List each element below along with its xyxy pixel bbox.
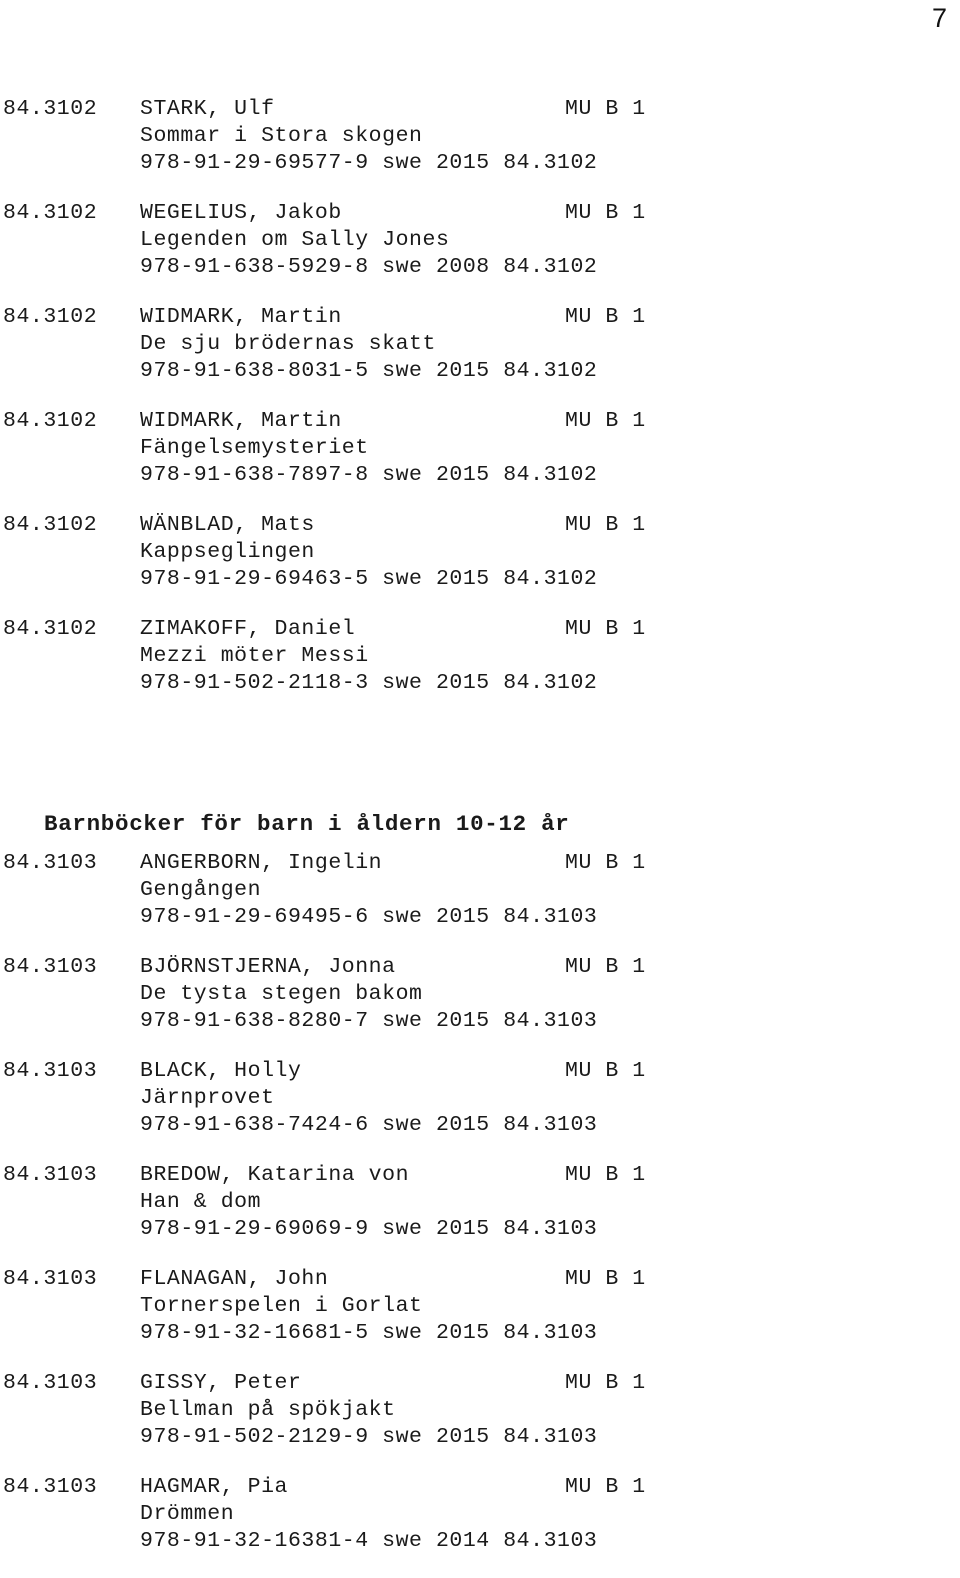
entry-title: Mezzi möter Messi [140, 644, 369, 668]
author-name: ANGERBORN, Ingelin [140, 851, 383, 875]
entry-header-line: 84.3103 BJÖRNSTJERNA, Jonna MU B 1 [0, 954, 960, 981]
entry-isbn-line: 978-91-29-69069-9 swe 2015 84.3103 [140, 1217, 598, 1241]
entry-isbn-line: 978-91-32-16381-4 swe 2014 84.3103 [140, 1529, 598, 1553]
entry-header-line: 84.3103 BREDOW, Katarina von MU B 1 [0, 1162, 960, 1189]
entry-isbn-line: 978-91-638-7897-8 swe 2015 84.3102 [140, 463, 598, 487]
media-code: MU B 1 [565, 617, 646, 641]
media-code: MU B 1 [565, 201, 646, 225]
entry-header-line: 84.3102 STARK, Ulf MU B 1 [0, 96, 960, 123]
author-name: WÄNBLAD, Mats [140, 513, 315, 537]
document-page: 7 84.3102 STARK, Ulf MU B 1 Sommar i Stora … [0, 0, 960, 1553]
catalog-entry: 84.3103 BLACK, Holly MU B 1 Järnprovet 978-9… [0, 1058, 960, 1162]
entry-header-line: 84.3103 ANGERBORN, Ingelin MU B 1 [0, 850, 960, 877]
classification-code: 84.3102 [3, 97, 98, 121]
entry-header-line: 84.3102 WIDMARK, Martin MU B 1 [0, 304, 960, 331]
catalog-entry: 84.3102 WEGELIUS, Jakob MU B 1 Legenden om … [0, 200, 960, 304]
entry-title: Järnprovet [140, 1086, 275, 1110]
catalog-entry: 84.3102 WIDMARK, Martin MU B 1 Fängelsemyst… [0, 408, 960, 512]
entry-title: Tornerspelen i Gorlat [140, 1294, 423, 1318]
author-name: BJÖRNSTJERNA, Jonna [140, 955, 396, 979]
entry-header-line: 84.3102 WIDMARK, Martin MU B 1 [0, 408, 960, 435]
page-number: 7 [931, 3, 947, 33]
media-code: MU B 1 [565, 1371, 646, 1395]
entry-isbn-line: 978-91-29-69495-6 swe 2015 84.3103 [140, 905, 598, 929]
catalog-entry: 84.3103 BJÖRNSTJERNA, Jonna MU B 1 De tysta… [0, 954, 960, 1058]
catalog-entry: 84.3102 STARK, Ulf MU B 1 Sommar i Stora sk… [0, 96, 960, 200]
catalog-entry: 84.3103 HAGMAR, Pia MU B 1 Drömmen 978-91-32… [0, 1474, 960, 1578]
entry-title: De sju brödernas skatt [140, 332, 436, 356]
media-code: MU B 1 [565, 409, 646, 433]
entry-header-line: 84.3103 BLACK, Holly MU B 1 [0, 1058, 960, 1085]
entry-isbn-line: 978-91-29-69577-9 swe 2015 84.3102 [140, 151, 598, 175]
author-name: ZIMAKOFF, Daniel [140, 617, 356, 641]
entry-header-line: 84.3102 WÄNBLAD, Mats MU B 1 [0, 512, 960, 539]
entry-title: Drömmen [140, 1502, 235, 1526]
entry-header-line: 84.3102 ZIMAKOFF, Daniel MU B 1 [0, 616, 960, 643]
media-code: MU B 1 [565, 97, 646, 121]
author-name: WIDMARK, Martin [140, 409, 342, 433]
media-code: MU B 1 [565, 1163, 646, 1187]
entry-isbn-line: 978-91-638-5929-8 swe 2008 84.3102 [140, 255, 598, 279]
entry-title: Sommar i Stora skogen [140, 124, 423, 148]
media-code: MU B 1 [565, 305, 646, 329]
author-name: BREDOW, Katarina von [140, 1163, 410, 1187]
media-code: MU B 1 [565, 1059, 646, 1083]
entry-isbn-line: 978-91-502-2129-9 swe 2015 84.3103 [140, 1425, 598, 1449]
media-code: MU B 1 [565, 1267, 646, 1291]
media-code: MU B 1 [565, 851, 646, 875]
author-name: HAGMAR, Pia [140, 1475, 288, 1499]
catalog-entry: 84.3103 FLANAGAN, John MU B 1 Tornerspelen … [0, 1266, 960, 1370]
author-name: GISSY, Peter [140, 1371, 302, 1395]
classification-code: 84.3103 [3, 1475, 98, 1499]
classification-code: 84.3102 [3, 513, 98, 537]
author-name: WIDMARK, Martin [140, 305, 342, 329]
classification-code: 84.3103 [3, 955, 98, 979]
entry-isbn-line: 978-91-638-7424-6 swe 2015 84.3103 [140, 1113, 598, 1137]
entry-title: Gengången [140, 878, 262, 902]
entry-isbn-line: 978-91-638-8031-5 swe 2015 84.3102 [140, 359, 598, 383]
catalog-entry: 84.3103 ANGERBORN, Ingelin MU B 1 Gengången… [0, 850, 960, 954]
classification-code: 84.3102 [3, 305, 98, 329]
entry-title: Fängelsemysteriet [140, 436, 369, 460]
author-name: BLACK, Holly [140, 1059, 302, 1083]
classification-code: 84.3103 [3, 1059, 98, 1083]
catalog-entry: 84.3102 ZIMAKOFF, Daniel MU B 1 Mezzi möter… [0, 616, 960, 720]
author-name: FLANAGAN, John [140, 1267, 329, 1291]
catalog-entry: 84.3103 BREDOW, Katarina von MU B 1 Han & d… [0, 1162, 960, 1266]
classification-code: 84.3103 [3, 1371, 98, 1395]
catalog-entry: 84.3102 WIDMARK, Martin MU B 1 De sju bröde… [0, 304, 960, 408]
classification-code: 84.3103 [3, 1163, 98, 1187]
entry-header-line: 84.3103 GISSY, Peter MU B 1 [0, 1370, 960, 1397]
author-name: STARK, Ulf [140, 97, 275, 121]
media-code: MU B 1 [565, 955, 646, 979]
bibliography-listing: 84.3102 STARK, Ulf MU B 1 Sommar i Stora sk… [0, 96, 960, 1578]
entry-title: Han & dom [140, 1190, 262, 1214]
author-name: WEGELIUS, Jakob [140, 201, 342, 225]
catalog-entry: 84.3103 GISSY, Peter MU B 1 Bellman på spök… [0, 1370, 960, 1474]
entry-isbn-line: 978-91-32-16681-5 swe 2015 84.3103 [140, 1321, 598, 1345]
entry-isbn-line: 978-91-502-2118-3 swe 2015 84.3102 [140, 671, 598, 695]
classification-code: 84.3103 [3, 851, 98, 875]
classification-code: 84.3103 [3, 1267, 98, 1291]
classification-code: 84.3102 [3, 409, 98, 433]
classification-code: 84.3102 [3, 201, 98, 225]
media-code: MU B 1 [565, 1475, 646, 1499]
media-code: MU B 1 [565, 513, 646, 537]
classification-code: 84.3102 [3, 617, 98, 641]
entry-header-line: 84.3103 FLANAGAN, John MU B 1 [0, 1266, 960, 1293]
entry-header-line: 84.3103 HAGMAR, Pia MU B 1 [0, 1474, 960, 1501]
entry-title: Kappseglingen [140, 540, 315, 564]
section-heading: Barnböcker för barn i åldern 10-12 år [44, 811, 570, 837]
entry-title: De tysta stegen bakom [140, 982, 423, 1006]
entry-header-line: 84.3102 WEGELIUS, Jakob MU B 1 [0, 200, 960, 227]
entry-title: Bellman på spökjakt [140, 1398, 396, 1422]
catalog-entry: 84.3102 WÄNBLAD, Mats MU B 1 Kappseglingen 9… [0, 512, 960, 616]
entry-isbn-line: 978-91-638-8280-7 swe 2015 84.3103 [140, 1009, 598, 1033]
entry-title: Legenden om Sally Jones [140, 228, 450, 252]
entry-isbn-line: 978-91-29-69463-5 swe 2015 84.3102 [140, 567, 598, 591]
